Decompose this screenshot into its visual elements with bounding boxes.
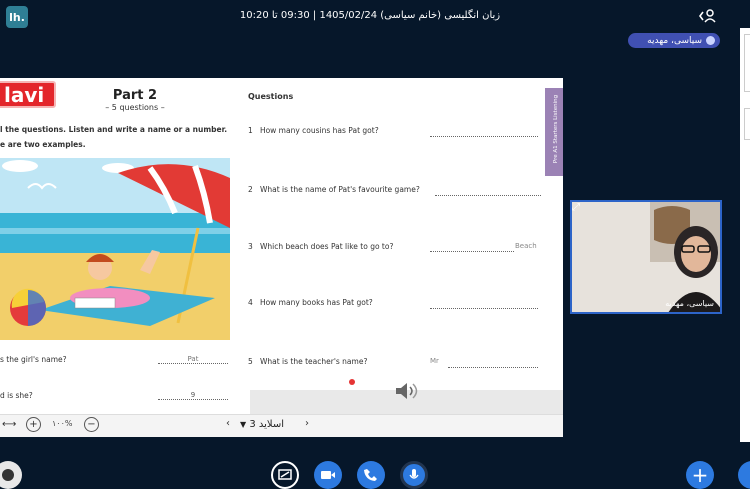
webcam-image xyxy=(572,202,720,312)
level-side-tab: Pre A1 Starters Listening xyxy=(545,88,563,176)
question-text: How many books has Pat got? xyxy=(259,298,373,307)
answer-suffix: Beach xyxy=(515,242,537,250)
level-side-tab-label: Pre A1 Starters Listening xyxy=(553,94,559,164)
plus-icon: + xyxy=(691,463,709,487)
example-answer: 9 xyxy=(158,391,228,400)
share-screen-button[interactable] xyxy=(271,461,299,489)
question-number: 1 xyxy=(248,126,253,135)
zoom-in-icon[interactable]: + xyxy=(26,417,41,432)
presenter-icon xyxy=(706,36,715,45)
example-question: d is she? xyxy=(0,391,33,400)
brand-badge: lavi xyxy=(0,81,56,108)
presentation-slide: lavi Part 2 – 5 questions – l the questi… xyxy=(0,78,563,414)
question-item: 3 Which beach does Pat like to go to? xyxy=(248,242,393,251)
part-title: Part 2 xyxy=(112,88,158,103)
hand-icon xyxy=(2,469,14,481)
slide-selector-label: اسلاید 3 xyxy=(249,419,285,430)
camera-icon xyxy=(321,471,335,479)
expand-icon[interactable]: ⤢ xyxy=(572,202,586,216)
question-item: 2 What is the name of Pat's favourite ga… xyxy=(248,185,420,194)
meeting-title: زبان انگلیسی (خانم سیاسی) 1405/02/24 | 0… xyxy=(239,10,501,21)
side-panel-card xyxy=(744,34,750,92)
previous-slide-icon[interactable]: ‹ xyxy=(226,418,230,429)
answer-line xyxy=(430,127,538,137)
question-item: 1 How many cousins has Pat got? xyxy=(248,126,379,135)
answer-line xyxy=(430,242,514,252)
question-text: Which beach does Pat like to go to? xyxy=(259,242,394,251)
question-number: 3 xyxy=(248,242,253,251)
webcam-participant-name: سیاسی، مهدیه xyxy=(665,299,714,308)
answer-line xyxy=(435,186,541,196)
screen-share-icon xyxy=(278,469,292,480)
question-text: How many cousins has Pat got? xyxy=(259,126,379,135)
question-number: 4 xyxy=(248,298,253,307)
question-text: What is the name of Pat's favourite game… xyxy=(259,185,420,194)
questions-heading: Questions xyxy=(248,92,294,101)
zoom-level: ۱۰۰% xyxy=(52,419,73,428)
question-item: 5 What is the teacher's name? xyxy=(248,357,367,366)
webcam-video[interactable]: سیاسی، مهدیه xyxy=(570,200,722,314)
users-icon[interactable] xyxy=(698,8,718,24)
side-panel-edge xyxy=(740,28,750,442)
next-slide-icon[interactable]: › xyxy=(305,418,309,429)
recording-dot xyxy=(349,379,355,385)
instruction-text: e are two examples. xyxy=(0,140,86,149)
question-number: 2 xyxy=(248,185,253,194)
part-subtitle: – 5 questions – xyxy=(105,103,165,112)
example-question: s the girl's name? xyxy=(0,355,67,364)
question-item: 4 How many books has Pat got? xyxy=(248,298,373,307)
chevron-down-icon: ▼ xyxy=(240,420,247,429)
question-text: What is the teacher's name? xyxy=(259,357,368,366)
slide-selector[interactable]: ▼ اسلاید 3 xyxy=(240,419,284,430)
actions-button[interactable]: + xyxy=(686,461,714,489)
answer-line xyxy=(430,299,538,309)
slide-toolbar: ⟷ + ۱۰۰% − ‹ ▼ اسلاید 3 › xyxy=(0,414,563,437)
question-number: 5 xyxy=(248,357,253,366)
side-panel-card xyxy=(744,108,750,140)
microphone-button[interactable] xyxy=(400,461,428,489)
presenter-name: سیاسی، مهدیه xyxy=(647,35,702,46)
reactions-button[interactable] xyxy=(0,461,22,489)
answer-prefix: Mr xyxy=(430,357,439,365)
fit-width-icon[interactable]: ⟷ xyxy=(2,419,16,430)
speaker-icon[interactable] xyxy=(393,379,419,403)
answer-line xyxy=(448,358,538,368)
example-answer: Pat xyxy=(158,355,228,364)
more-button[interactable] xyxy=(738,461,750,489)
app-logo[interactable]: lh. xyxy=(6,6,28,28)
presenter-badge[interactable]: سیاسی، مهدیه xyxy=(628,33,720,48)
beach-illustration xyxy=(0,158,230,340)
zoom-out-icon[interactable]: − xyxy=(84,417,99,432)
camera-button[interactable] xyxy=(314,461,342,489)
audio-button[interactable] xyxy=(357,461,385,489)
instruction-text: l the questions. Listen and write a name… xyxy=(0,125,228,134)
